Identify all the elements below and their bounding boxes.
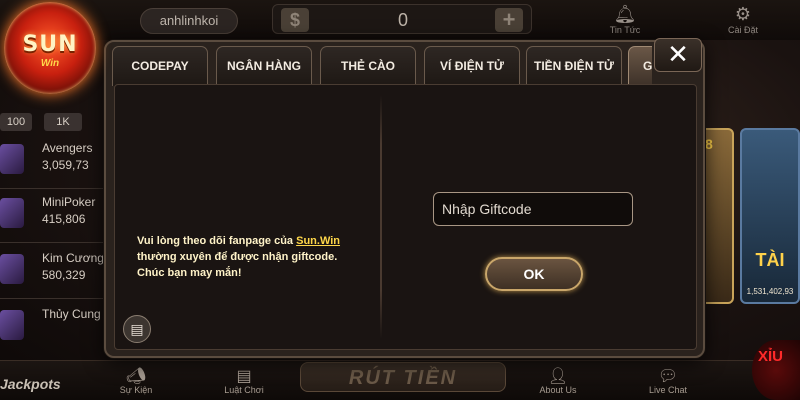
chip-100[interactable]: 100 [0,113,32,131]
top-bar: anhlinhkoi $ 0 + 🔔︎ Tin Tức ⚙ Cài Đặt [0,0,800,40]
game-name: MiniPoker [42,195,96,209]
tab-codepay[interactable]: CODEPAY [112,46,208,86]
card-amount: 1,531,402,93 [746,287,794,296]
game-thumbnail [0,198,24,228]
info-line1: Vui lòng theo dõi fanpage của [137,235,297,247]
row-divider [0,298,110,299]
jackpots-logo: Jackpots [0,340,70,400]
game-amount: 580,329 [42,268,86,282]
game-card-tai[interactable]: TÀI 1,531,402,93 [740,128,800,304]
jackpot-row[interactable]: Avengers 3,059,73 [0,138,110,188]
giftcode-modal: CODEPAY NGÂN HÀNG THẺ CÀO VÍ ĐIỆN TỬ TIỀ… [104,38,705,358]
panel-divider [380,95,382,339]
settings-button[interactable]: ⚙ Cài Đặt [718,4,768,35]
balance-value: 0 [397,10,408,30]
rules-button[interactable]: ▤ Luật Chơi [214,368,274,396]
news-button[interactable]: 🔔︎ Tin Tức [600,4,650,35]
news-label: Tin Tức [609,25,641,35]
tai-xiu-logo[interactable]: XỈU [752,340,800,400]
settings-label: Cài Đặt [727,25,758,35]
giftcode-info: Vui lòng theo dõi fanpage của Sun.Win th… [137,233,367,281]
dollar-icon: $ [281,8,309,32]
jackpots-text: Jackpots [0,376,61,392]
megaphone-icon: 📣︎ [125,368,147,385]
balance-bar: $ 0 + [272,4,532,34]
jackpot-row[interactable]: Kim Cương 580,329 [0,248,110,298]
sunwin-logo: SUN Win [4,2,96,94]
chip-1k[interactable]: 1K [44,113,82,131]
tab-tien-dien-tu[interactable]: TIỀN ĐIỆN TỬ [526,46,622,86]
tab-vi-dien-tu[interactable]: VÍ ĐIỆN TỬ [424,46,520,86]
game-name: Avengers [42,141,93,155]
game-thumbnail [0,310,24,340]
user-icon: 👤︎ [547,368,569,385]
gear-icon: ⚙ [734,4,752,24]
info-line2: thường xuyên để được nhận giftcode. [137,251,338,263]
game-thumbnail [0,144,24,174]
logo-text: SUN [22,32,78,57]
game-name: Thủy Cung [42,307,101,321]
game-amount: 3,059,73 [42,158,89,172]
ok-button[interactable]: OK [485,257,583,291]
fanpage-link[interactable]: Sun.Win [296,235,340,247]
game-amount: 415,806 [42,212,86,226]
tab-the-cao[interactable]: THẺ CÀO [320,46,416,86]
game-thumbnail [0,254,24,284]
row-divider [0,242,110,243]
xiu-text: XỈU [758,348,784,365]
live-chat-button[interactable]: 💬︎ Live Chat [638,368,698,396]
close-button[interactable]: ✕ [654,38,702,72]
giftcode-panel: Vui lòng theo dõi fanpage của Sun.Win th… [114,84,697,350]
event-button[interactable]: 📣︎ Sự Kiện [106,368,166,396]
close-icon: ✕ [667,39,689,69]
giftcode-input[interactable] [433,192,633,226]
chat-icon: 💬︎ [657,368,679,385]
tab-ngan-hang[interactable]: NGÂN HÀNG [216,46,312,86]
about-button[interactable]: 👤︎ About Us [528,368,588,396]
live-chat-label: Live Chat [648,385,688,395]
event-label: Sự Kiện [119,385,153,395]
username[interactable]: anhlinhkoi [140,8,238,34]
row-divider [0,188,110,189]
add-balance-button[interactable]: + [495,8,523,32]
rules-label: Luật Chơi [224,385,264,395]
notebook-icon[interactable]: ▤ [123,315,151,343]
tab-bar: CODEPAY NGÂN HÀNG THẺ CÀO VÍ ĐIỆN TỬ TIỀ… [112,46,652,86]
logo-sub: Win [40,58,60,69]
jackpot-row[interactable]: MiniPoker 415,806 [0,192,110,242]
tab-giftcode[interactable]: G [628,46,652,86]
card-label: TÀI [755,250,785,270]
about-label: About Us [539,385,577,395]
book-icon: ▤ [236,368,252,385]
game-name: Kim Cương [42,251,104,265]
info-line3: Chúc bạn may mắn! [137,267,242,279]
bell-icon: 🔔︎ [613,4,637,24]
withdraw-button[interactable]: RÚT TIỀN [300,362,506,392]
